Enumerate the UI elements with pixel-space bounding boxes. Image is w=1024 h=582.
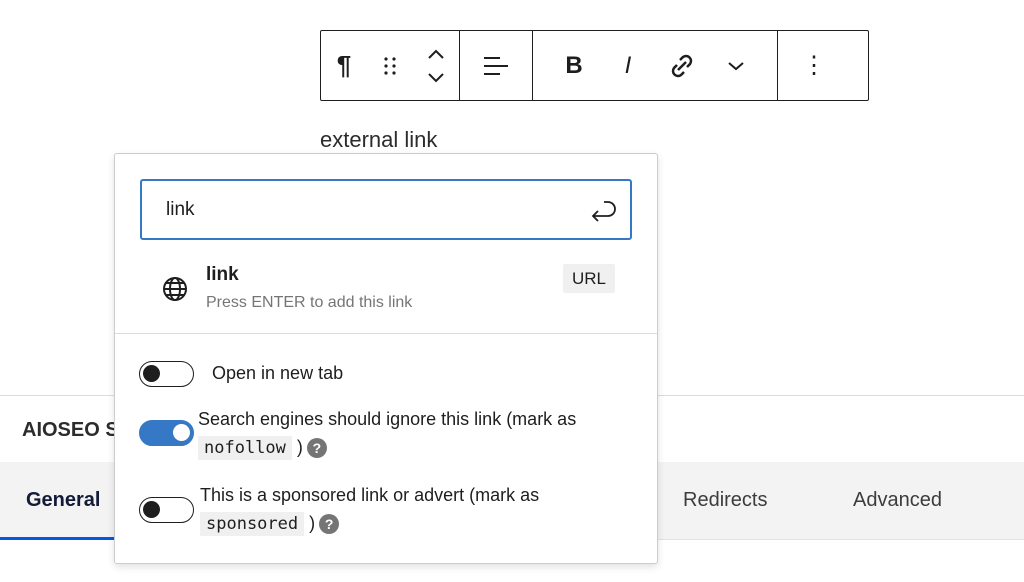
italic-button[interactable]: I <box>601 31 655 100</box>
open-new-tab-toggle[interactable] <box>139 361 194 387</box>
link-popover: link link Press ENTER to add this link U… <box>114 153 658 564</box>
sponsored-text: This is a sponsored link or advert (mark… <box>200 485 540 505</box>
aioseo-section-title: AIOSEO S <box>22 419 119 441</box>
tab-advanced[interactable]: Advanced <box>853 489 942 512</box>
sponsored-code: sponsored <box>200 512 305 536</box>
help-icon[interactable]: ? <box>306 438 327 459</box>
block-toolbar: ¶ B I ⋮ <box>320 30 869 101</box>
suggestion-title: link <box>206 264 239 285</box>
chevron-up-down-icon <box>428 49 444 82</box>
open-new-tab-label: Open in new tab <box>212 363 344 383</box>
nofollow-code: nofollow <box>198 436 292 460</box>
paragraph-text[interactable]: external link <box>320 127 437 153</box>
options-button[interactable]: ⋮ <box>778 31 850 100</box>
bold-icon: B <box>565 51 583 79</box>
popover-divider <box>115 333 657 334</box>
drag-icon <box>384 56 396 75</box>
more-vertical-icon: ⋮ <box>802 52 826 79</box>
tab-general[interactable]: General <box>26 489 100 512</box>
nofollow-label: Search engines should ignore this link (… <box>198 405 648 462</box>
move-block-buttons[interactable] <box>413 31 459 100</box>
link-suggestion[interactable]: link Press ENTER to add this link URL <box>140 258 632 318</box>
sponsored-label: This is a sponsored link or advert (mark… <box>200 481 650 538</box>
paren: ) <box>309 513 316 533</box>
align-left-icon <box>484 56 508 75</box>
link-url-input[interactable]: link <box>140 179 632 240</box>
align-button[interactable] <box>460 31 532 100</box>
url-badge: URL <box>563 264 615 293</box>
pilcrow-icon: ¶ <box>336 50 352 80</box>
enter-icon[interactable] <box>590 199 618 223</box>
nofollow-toggle[interactable] <box>139 420 194 446</box>
drag-handle[interactable] <box>367 31 413 100</box>
paragraph-block-button[interactable]: ¶ <box>321 31 367 100</box>
link-button[interactable] <box>655 31 709 100</box>
nofollow-text: Search engines should ignore this link (… <box>198 409 577 429</box>
italic-icon: I <box>624 51 632 79</box>
link-icon <box>671 54 693 77</box>
tab-redirects[interactable]: Redirects <box>683 489 767 512</box>
bold-button[interactable]: B <box>547 31 601 100</box>
globe-icon <box>163 277 187 301</box>
chevron-down-icon <box>728 61 744 70</box>
link-url-value: link <box>166 198 195 220</box>
help-icon[interactable]: ? <box>319 514 340 535</box>
sponsored-toggle[interactable] <box>139 497 194 523</box>
active-tab-indicator <box>0 537 115 540</box>
more-formats-button[interactable] <box>709 31 763 100</box>
suggestion-subtitle: Press ENTER to add this link <box>206 294 413 311</box>
paren: ) <box>296 437 303 457</box>
